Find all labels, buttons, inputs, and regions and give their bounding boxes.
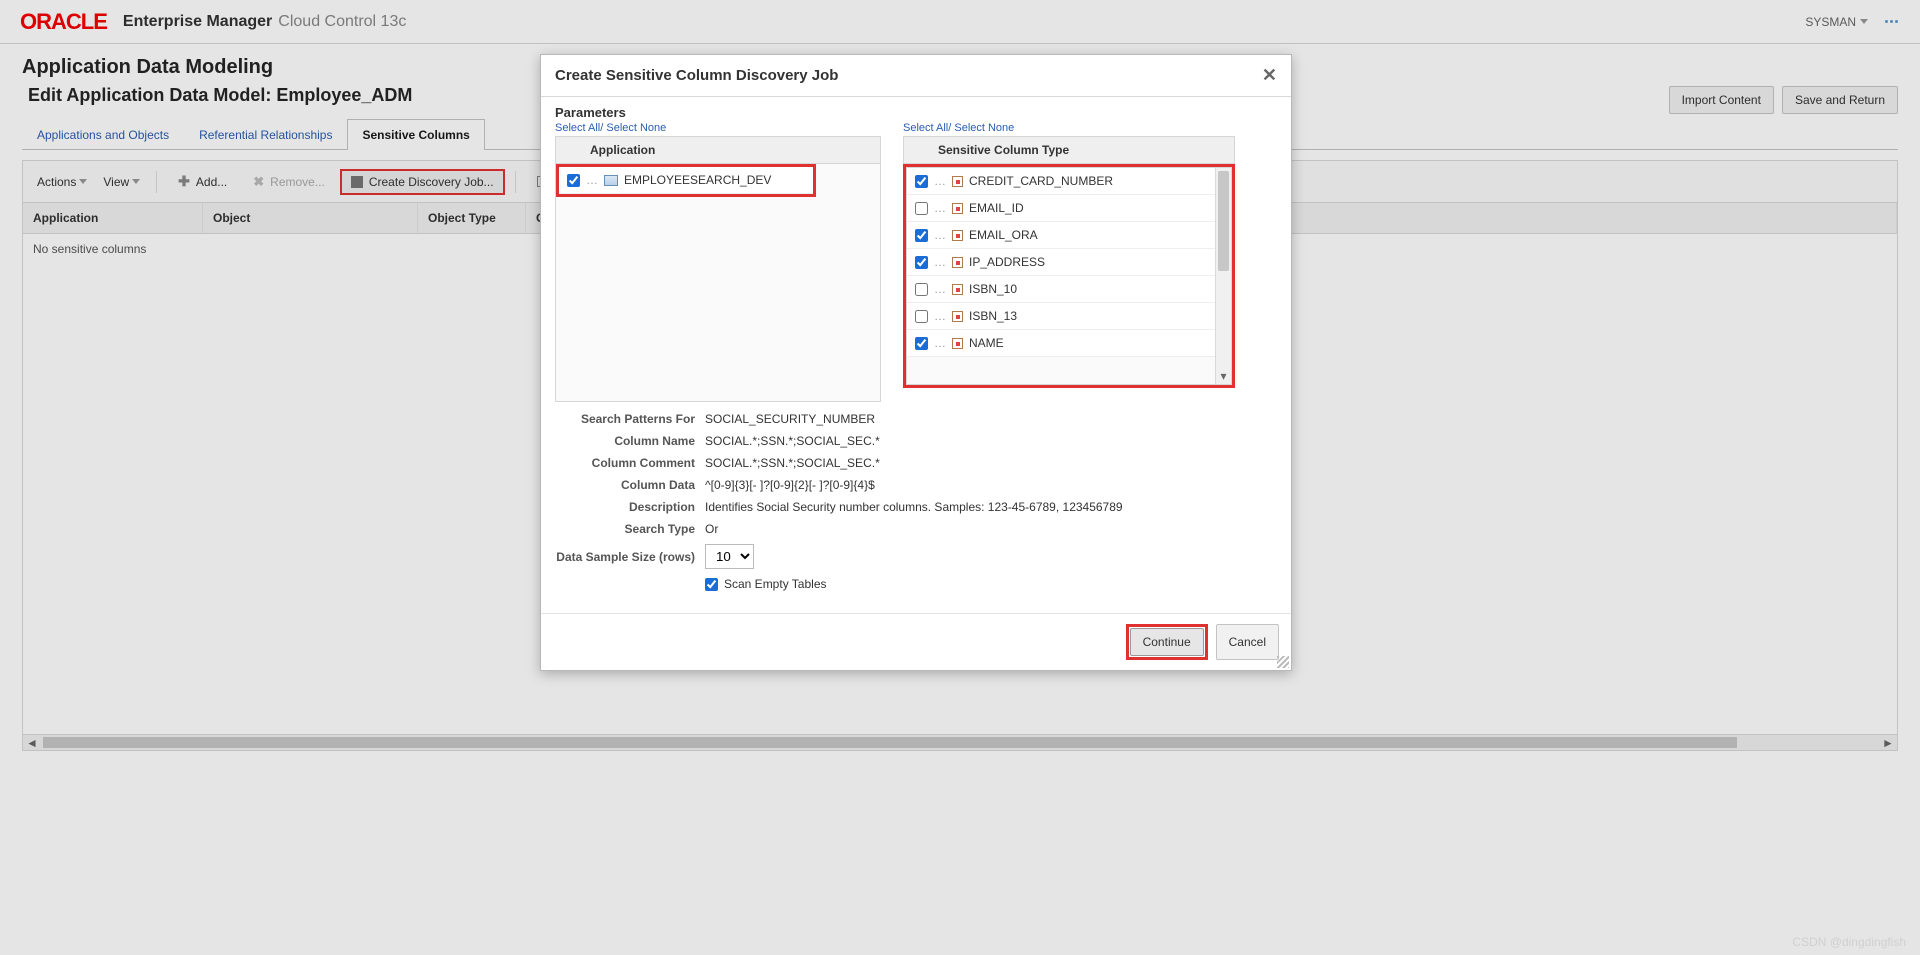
sct-row[interactable]: … CREDIT_CARD_NUMBER: [907, 168, 1215, 195]
scroll-down-icon[interactable]: ▾: [1216, 368, 1231, 384]
sct-row[interactable]: … NAME: [907, 330, 1215, 357]
application-row[interactable]: … EMPLOYEESEARCH_DEV: [559, 167, 813, 194]
sct-list: … CREDIT_CARD_NUMBER … EMAIL_ID … EMAIL_ORA…: [906, 167, 1232, 385]
ellipsis-icon: …: [934, 174, 946, 188]
sct-icon: [952, 257, 963, 268]
ellipsis-icon: …: [586, 173, 598, 187]
column-name-value: SOCIAL.*;SSN.*;SOCIAL_SEC.*: [705, 434, 880, 448]
create-discovery-job-dialog: Create Sensitive Column Discovery Job ✕ …: [540, 54, 1292, 671]
ellipsis-icon: …: [934, 255, 946, 269]
dialog-header: Create Sensitive Column Discovery Job ✕: [541, 55, 1291, 97]
select-all-none-link[interactable]: Select All/ Select None: [903, 122, 1235, 134]
search-type-label: Search Type: [555, 522, 695, 536]
cancel-button[interactable]: Cancel: [1216, 624, 1279, 660]
application-name: EMPLOYEESEARCH_DEV: [624, 173, 771, 187]
sct-highlight-box: … CREDIT_CARD_NUMBER … EMAIL_ID … EMAIL_ORA…: [903, 164, 1235, 388]
search-type-value: Or: [705, 522, 718, 536]
sct-row[interactable]: … EMAIL_ORA: [907, 222, 1215, 249]
sct-label: ISBN_13: [969, 309, 1017, 323]
sct-label: NAME: [969, 336, 1004, 350]
scan-empty-checkbox[interactable]: [705, 578, 718, 591]
resize-handle-icon[interactable]: [1277, 656, 1289, 668]
sct-icon: [952, 338, 963, 349]
column-comment-value: SOCIAL.*;SSN.*;SOCIAL_SEC.*: [705, 456, 880, 470]
sct-icon: [952, 311, 963, 322]
dialog-body: Parameters Select All/ Select None Appli…: [541, 97, 1291, 613]
application-list: … EMPLOYEESEARCH_DEV: [555, 164, 881, 402]
scroll-thumb[interactable]: [1218, 171, 1229, 271]
column-data-label: Column Data: [555, 478, 695, 492]
sct-scrollbar[interactable]: ▾: [1215, 168, 1231, 384]
watermark: CSDN @dingdingfish: [1792, 935, 1906, 949]
sct-label: IP_ADDRESS: [969, 255, 1045, 269]
sct-label: ISBN_10: [969, 282, 1017, 296]
search-patterns-for-value: SOCIAL_SECURITY_NUMBER: [705, 412, 875, 426]
continue-button[interactable]: Continue: [1130, 628, 1204, 656]
sct-list-header: Sensitive Column Type: [903, 136, 1235, 164]
description-label: Description: [555, 500, 695, 514]
column-name-label: Column Name: [555, 434, 695, 448]
sct-checkbox[interactable]: [915, 337, 928, 350]
ellipsis-icon: …: [934, 282, 946, 296]
column-data-value: ^[0-9]{3}[- ]?[0-9]{2}[- ]?[0-9]{4}$: [705, 478, 875, 492]
sample-size-label: Data Sample Size (rows): [555, 550, 695, 564]
sct-row[interactable]: … ISBN_13: [907, 303, 1215, 330]
sct-icon: [952, 284, 963, 295]
sct-checkbox[interactable]: [915, 256, 928, 269]
dialog-title: Create Sensitive Column Discovery Job: [555, 67, 838, 84]
sct-row[interactable]: … EMAIL_ID: [907, 195, 1215, 222]
application-icon: [604, 175, 618, 186]
sct-checkbox[interactable]: [915, 310, 928, 323]
column-comment-label: Column Comment: [555, 456, 695, 470]
application-list-header: Application: [555, 136, 881, 164]
sample-size-select[interactable]: 10: [705, 544, 754, 569]
sct-row[interactable]: … IP_ADDRESS: [907, 249, 1215, 276]
application-column: Select All/ Select None Application … EM…: [555, 122, 881, 402]
sct-label: EMAIL_ID: [969, 201, 1024, 215]
parameters-heading: Parameters: [555, 105, 1277, 120]
dialog-footer: Continue Cancel: [541, 613, 1291, 670]
application-row-highlight: … EMPLOYEESEARCH_DEV: [556, 164, 816, 197]
scan-empty-label: Scan Empty Tables: [724, 577, 827, 591]
ellipsis-icon: …: [934, 336, 946, 350]
sct-checkbox[interactable]: [915, 229, 928, 242]
sct-icon: [952, 230, 963, 241]
sct-column: Select All/ Select None Sensitive Column…: [903, 122, 1235, 402]
ellipsis-icon: …: [934, 228, 946, 242]
continue-highlight: Continue: [1126, 624, 1208, 660]
description-value: Identifies Social Security number column…: [705, 500, 1123, 514]
ellipsis-icon: …: [934, 309, 946, 323]
sct-icon: [952, 176, 963, 187]
search-patterns-for-label: Search Patterns For: [555, 412, 695, 426]
sct-icon: [952, 203, 963, 214]
ellipsis-icon: …: [934, 201, 946, 215]
dialog-close-button[interactable]: ✕: [1262, 65, 1277, 86]
sct-checkbox[interactable]: [915, 202, 928, 215]
sct-label: EMAIL_ORA: [969, 228, 1038, 242]
sct-checkbox[interactable]: [915, 175, 928, 188]
application-checkbox[interactable]: [567, 174, 580, 187]
select-all-none-link[interactable]: Select All/ Select None: [555, 122, 881, 134]
sct-row[interactable]: … ISBN_10: [907, 276, 1215, 303]
sct-checkbox[interactable]: [915, 283, 928, 296]
sct-label: CREDIT_CARD_NUMBER: [969, 174, 1113, 188]
pattern-form: Search Patterns For SOCIAL_SECURITY_NUMBE…: [555, 412, 1277, 591]
